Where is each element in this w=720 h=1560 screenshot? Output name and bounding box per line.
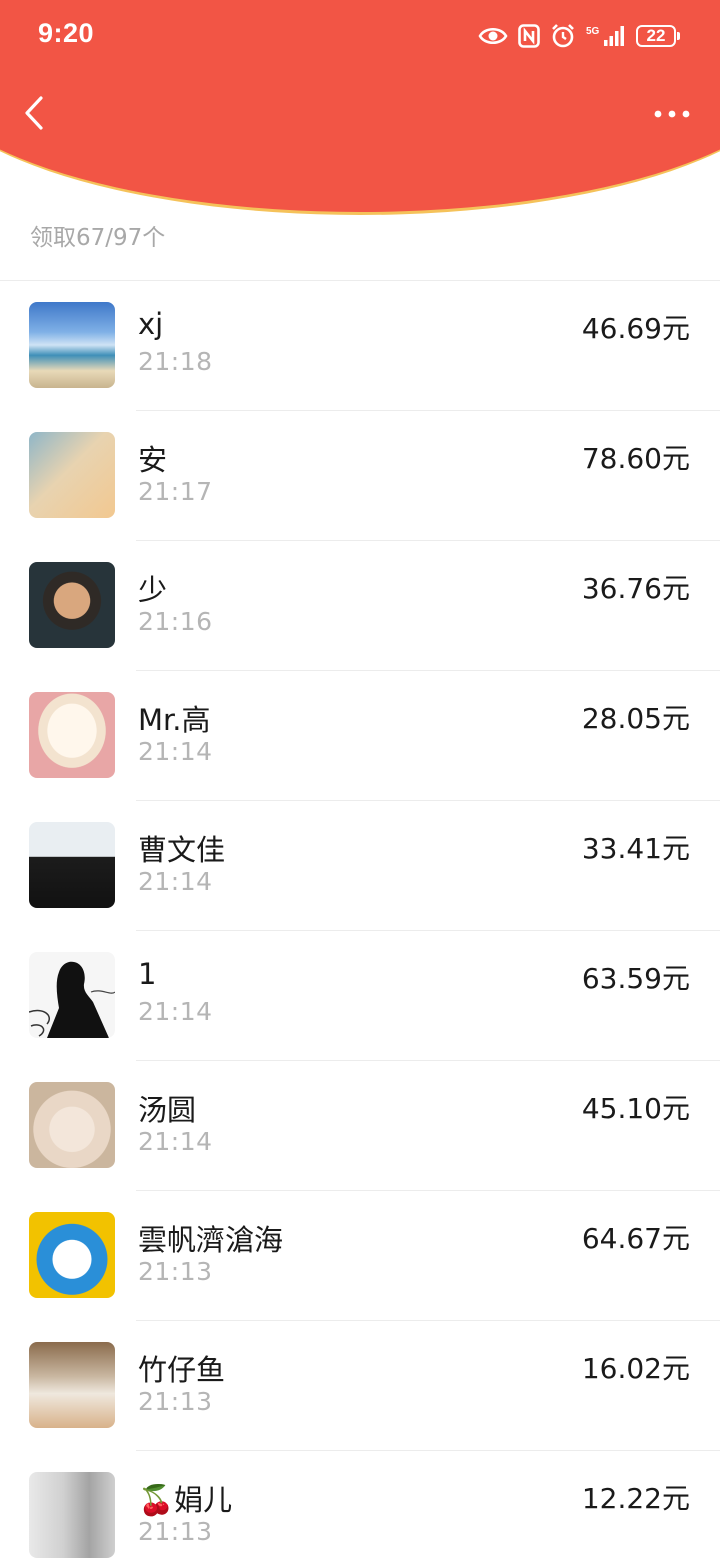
claim-time: 21:13: [138, 1387, 213, 1416]
claim-amount: 33.41元: [581, 832, 690, 865]
claim-amount: 63.59元: [581, 962, 690, 995]
nfc-icon: [518, 24, 540, 48]
claim-amount: 36.76元: [581, 572, 690, 605]
status-bar: 9:20 5G 22: [0, 0, 720, 72]
list-item[interactable]: 雲帆濟滄海 21:13 64.67元: [0, 1191, 720, 1321]
status-icons: 5G 22: [478, 20, 680, 52]
claim-list: xj 21:18 46.69元 安 21:17 78.60元 少 21:16 3…: [0, 281, 720, 1560]
recipient-name: 安: [138, 443, 168, 477]
list-item[interactable]: 曹文佳 21:14 33.41元: [0, 801, 720, 931]
recipient-name: 1: [138, 957, 157, 991]
avatar[interactable]: [29, 692, 115, 778]
signal-icon: 5G: [586, 24, 626, 48]
alarm-icon: [550, 23, 576, 49]
list-item[interactable]: 1 21:14 63.59元: [0, 931, 720, 1061]
claim-amount: 45.10元: [581, 1092, 690, 1125]
battery-icon: 22: [636, 25, 680, 47]
claim-time: 21:14: [138, 867, 213, 896]
chevron-left-icon: [25, 96, 43, 130]
claim-time: 21:14: [138, 997, 213, 1026]
avatar[interactable]: [29, 1082, 115, 1168]
avatar[interactable]: [29, 302, 115, 388]
recipient-name: 汤圆: [138, 1093, 197, 1127]
navigation-bar: [0, 80, 720, 146]
claim-time: 21:14: [138, 737, 213, 766]
recipient-name: xj: [138, 307, 164, 341]
avatar[interactable]: [29, 432, 115, 518]
claim-amount: 28.05元: [581, 702, 690, 735]
list-item[interactable]: Mr.高 21:14 28.05元: [0, 671, 720, 801]
avatar[interactable]: [29, 562, 115, 648]
red-packet-detail-page: 9:20 5G 22 领取67/97个 xj 21:18 46.69元 安 21…: [0, 0, 720, 1560]
more-dots-icon: [654, 110, 690, 118]
recipient-name: 少: [138, 573, 168, 607]
recipient-name: 竹仔鱼: [138, 1353, 226, 1387]
recipient-name: 曹文佳: [138, 833, 226, 867]
list-item[interactable]: 少 21:16 36.76元: [0, 541, 720, 671]
recipient-name: 🍒娟儿: [138, 1483, 233, 1517]
avatar[interactable]: [29, 822, 115, 908]
claim-amount: 78.60元: [581, 442, 690, 475]
claim-time: 21:17: [138, 477, 213, 506]
claim-amount: 16.02元: [581, 1352, 690, 1385]
eye-icon: [478, 25, 508, 47]
status-time: 9:20: [38, 18, 95, 48]
battery-level: 22: [636, 25, 676, 47]
avatar[interactable]: [29, 1212, 115, 1298]
avatar[interactable]: [29, 1342, 115, 1428]
claim-time: 21:13: [138, 1517, 213, 1546]
list-item[interactable]: xj 21:18 46.69元: [0, 281, 720, 411]
back-button[interactable]: [12, 90, 56, 136]
recipient-name: 雲帆濟滄海: [138, 1223, 284, 1257]
claim-time: 21:16: [138, 607, 213, 636]
list-item[interactable]: 安 21:17 78.60元: [0, 411, 720, 541]
svg-text:5G: 5G: [586, 26, 600, 37]
recipient-name: Mr.高: [138, 703, 211, 737]
avatar[interactable]: [29, 1472, 115, 1558]
claim-amount: 46.69元: [581, 312, 690, 345]
claim-amount: 64.67元: [581, 1222, 690, 1255]
claim-summary: 领取67/97个: [30, 225, 166, 251]
more-options-button[interactable]: [648, 94, 696, 134]
list-item[interactable]: 汤圆 21:14 45.10元: [0, 1061, 720, 1191]
claim-time: 21:14: [138, 1127, 213, 1156]
claim-time: 21:18: [138, 347, 213, 376]
list-item[interactable]: 竹仔鱼 21:13 16.02元: [0, 1321, 720, 1451]
claim-amount: 12.22元: [581, 1482, 690, 1515]
claim-time: 21:13: [138, 1257, 213, 1286]
avatar[interactable]: [29, 952, 115, 1038]
list-item[interactable]: 🍒娟儿 21:13 12.22元: [0, 1451, 720, 1560]
sketch-figure-icon: [29, 961, 115, 1038]
